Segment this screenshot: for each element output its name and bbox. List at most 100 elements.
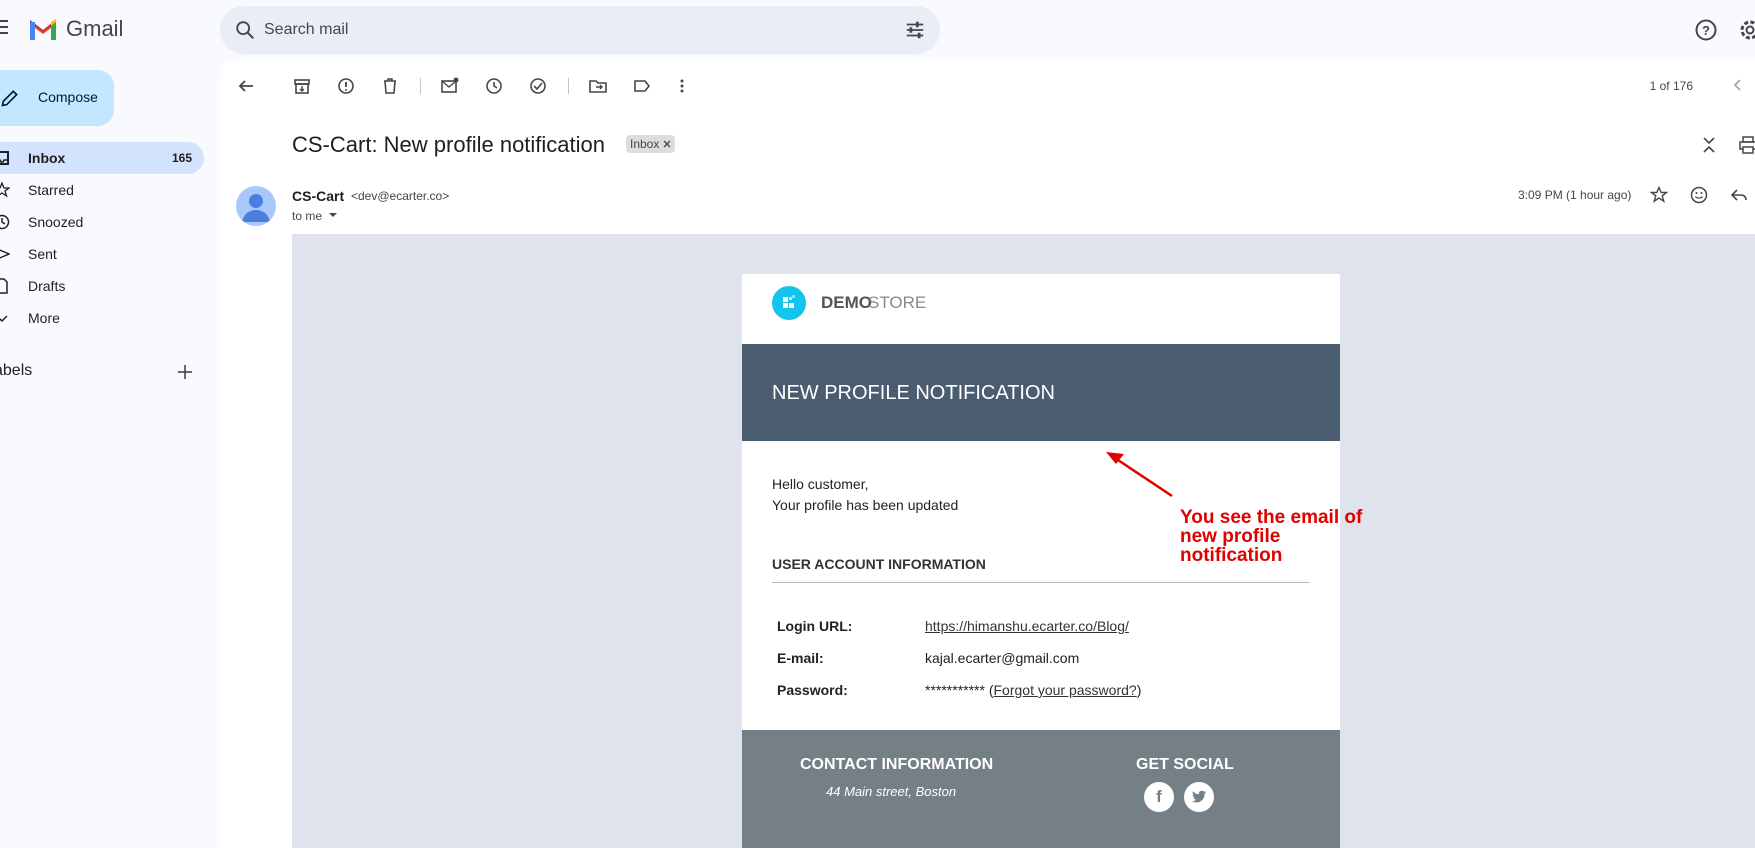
twitter-icon[interactable] bbox=[1184, 782, 1214, 812]
compose-button[interactable]: Compose bbox=[0, 70, 114, 126]
banner-title: NEW PROFILE NOTIFICATION bbox=[772, 382, 1055, 404]
message-timestamp: 3:09 PM (1 hour ago) bbox=[1518, 188, 1632, 202]
report-spam-button[interactable] bbox=[336, 76, 356, 96]
gmail-app: Gmail ? Compose Inbox 165 Starred Snooze… bbox=[0, 0, 1755, 848]
email-footer: CONTACT INFORMATION 44 Main street, Bost… bbox=[742, 730, 1340, 848]
mark-unread-button[interactable] bbox=[440, 76, 460, 96]
sidebar-item-drafts[interactable]: Drafts bbox=[0, 270, 204, 302]
collapse-all-icon[interactable] bbox=[1701, 136, 1717, 154]
annotation-arrow-icon bbox=[1106, 452, 1173, 498]
move-to-button[interactable] bbox=[588, 76, 608, 96]
toolbar-divider bbox=[420, 78, 421, 94]
report-icon bbox=[338, 78, 354, 94]
contact-address: 44 Main street, Boston bbox=[826, 784, 957, 799]
message-view: 1 of 176 CS-Cart: New profile notificati… bbox=[220, 60, 1755, 848]
gmail-logo[interactable]: Gmail bbox=[28, 16, 123, 42]
help-icon[interactable]: ? bbox=[1694, 18, 1718, 42]
pencil-icon bbox=[1, 90, 18, 107]
info-value: kajal.ecarter@gmail.com bbox=[925, 650, 1080, 666]
sidebar-item-sent[interactable]: Sent bbox=[0, 238, 204, 270]
info-value: *********** (Forgot your password?) bbox=[925, 682, 1142, 698]
info-label: Login URL: bbox=[777, 618, 853, 634]
sidebar-item-label: Drafts bbox=[28, 278, 66, 294]
person-icon bbox=[242, 194, 270, 222]
search-input[interactable] bbox=[264, 18, 844, 42]
top-bar: Gmail ? bbox=[0, 0, 1755, 60]
info-label: Password: bbox=[777, 682, 848, 698]
sidebar-item-label: Starred bbox=[28, 182, 74, 198]
sidebar-item-snoozed[interactable]: Snoozed bbox=[0, 206, 204, 238]
svg-text:?: ? bbox=[1702, 23, 1710, 38]
store-logo-mark bbox=[783, 295, 795, 308]
app-name: Gmail bbox=[66, 16, 124, 41]
info-label: E-mail: bbox=[777, 650, 824, 666]
trash-icon bbox=[384, 78, 396, 94]
add-label-icon[interactable] bbox=[177, 364, 193, 380]
notification-banner: NEW PROFILE NOTIFICATION bbox=[742, 344, 1340, 441]
message-toolbar: 1 of 176 bbox=[220, 60, 1755, 112]
remove-label-icon[interactable] bbox=[663, 140, 671, 148]
search-icon[interactable] bbox=[234, 19, 256, 41]
contact-info-title: CONTACT INFORMATION bbox=[800, 756, 994, 773]
section-divider bbox=[772, 582, 1310, 583]
send-icon bbox=[0, 249, 10, 259]
info-value: https://himanshu.ecarter.co/Blog/ bbox=[925, 618, 1129, 634]
annotation-text: You see the email of new profile notific… bbox=[1180, 507, 1363, 566]
facebook-icon[interactable]: f bbox=[1144, 782, 1174, 812]
main-menu-icon[interactable] bbox=[0, 20, 8, 34]
inbox-icon bbox=[0, 151, 9, 165]
social-title: GET SOCIAL bbox=[1136, 756, 1234, 773]
snooze-button[interactable] bbox=[484, 76, 504, 96]
label-icon bbox=[634, 80, 651, 92]
caret-down-icon[interactable] bbox=[328, 212, 338, 218]
labels-header: abels bbox=[0, 362, 33, 379]
archive-button[interactable] bbox=[292, 76, 312, 96]
sidebar-item-label: Sent bbox=[28, 246, 57, 262]
back-button[interactable] bbox=[236, 76, 256, 96]
recipient-summary[interactable]: to me bbox=[292, 209, 322, 223]
sidebar-item-starred[interactable]: Starred bbox=[0, 174, 204, 206]
add-to-tasks-button[interactable] bbox=[528, 76, 548, 96]
greeting-text: Hello customer, Your profile has been up… bbox=[772, 474, 958, 516]
arrow-left-icon bbox=[238, 80, 253, 92]
search-options-icon[interactable] bbox=[904, 19, 926, 41]
reply-icon[interactable] bbox=[1730, 186, 1748, 204]
sidebar-item-label: Inbox bbox=[28, 150, 66, 166]
more-vertical-icon bbox=[680, 79, 684, 93]
sidebar-item-more[interactable]: More bbox=[0, 302, 204, 334]
clock-icon bbox=[486, 78, 502, 94]
label-chip-inbox[interactable]: Inbox bbox=[626, 135, 676, 153]
emoji-react-icon[interactable] bbox=[1690, 186, 1708, 204]
sender-avatar[interactable] bbox=[236, 186, 276, 226]
forgot-password-link[interactable]: Forgot your password? bbox=[994, 682, 1137, 698]
draft-icon bbox=[0, 278, 8, 294]
sidebar-item-inbox[interactable]: Inbox 165 bbox=[0, 142, 204, 174]
greeting-line: Hello customer, bbox=[772, 476, 869, 492]
password-mask: *********** bbox=[925, 682, 985, 698]
login-url-link[interactable]: https://himanshu.ecarter.co/Blog/ bbox=[925, 618, 1129, 634]
more-options-button[interactable] bbox=[672, 76, 692, 96]
store-name-bold: DEMO bbox=[821, 293, 872, 312]
star-icon bbox=[0, 182, 10, 198]
chevron-down-icon bbox=[0, 315, 8, 323]
print-icon[interactable] bbox=[1739, 136, 1755, 154]
delete-button[interactable] bbox=[380, 76, 400, 96]
sidebar-item-label: More bbox=[28, 310, 60, 326]
chevron-left-icon[interactable] bbox=[1731, 78, 1745, 92]
store-name-light: STORE bbox=[868, 293, 927, 312]
mail-unread-icon bbox=[441, 77, 459, 93]
greeting-line: Your profile has been updated bbox=[772, 497, 959, 513]
sidebar-item-label: Snoozed bbox=[28, 214, 84, 230]
toolbar-divider bbox=[568, 78, 569, 94]
sender-name: CS-Cart bbox=[292, 188, 345, 204]
email-body: DEMO STORE NEW PROFILE NOTIFICATION Hell… bbox=[292, 234, 1755, 848]
compose-label: Compose bbox=[38, 89, 98, 105]
message-subject: CS-Cart: New profile notification bbox=[292, 132, 606, 157]
archive-icon bbox=[294, 79, 310, 94]
settings-gear-icon[interactable] bbox=[1738, 18, 1755, 42]
labels-button[interactable] bbox=[632, 76, 652, 96]
store-logo-icon bbox=[772, 286, 806, 320]
star-icon[interactable] bbox=[1650, 186, 1668, 204]
folder-move-icon bbox=[589, 80, 607, 93]
email-header: DEMO STORE bbox=[742, 274, 1340, 344]
